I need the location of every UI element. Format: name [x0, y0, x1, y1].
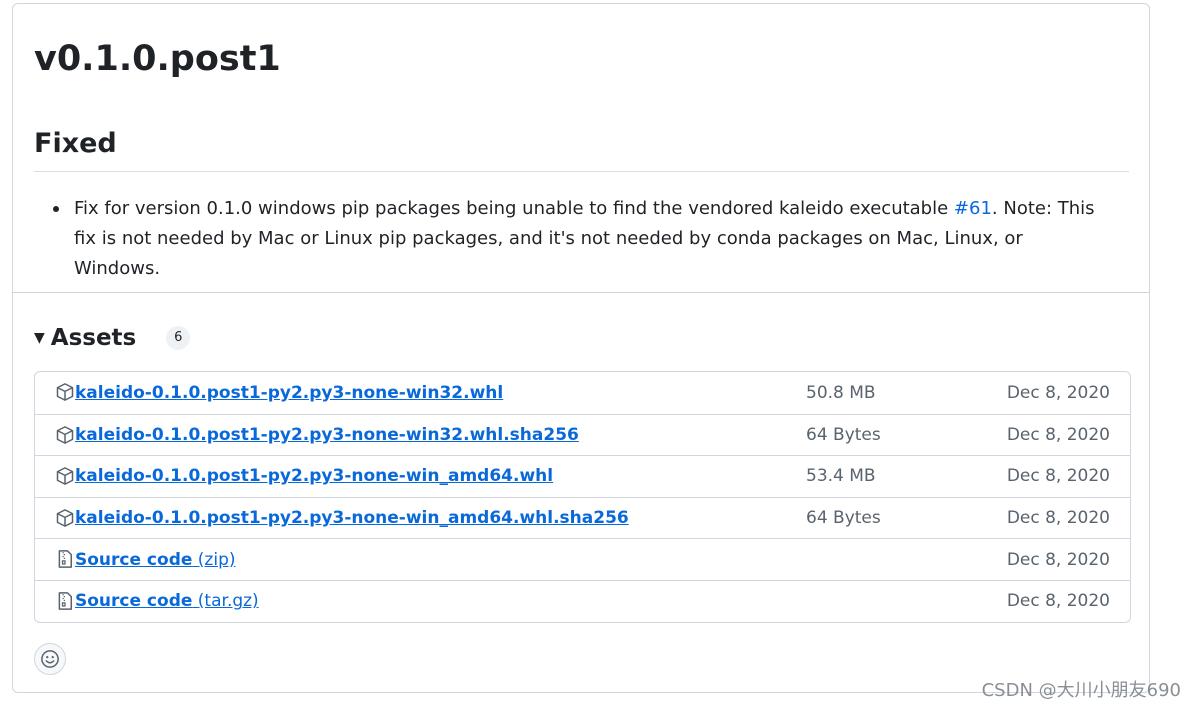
- file-zip-icon: [55, 549, 75, 569]
- smiley-icon: [41, 650, 59, 668]
- section-heading-fixed: Fixed: [34, 128, 117, 159]
- asset-extension: (zip): [192, 549, 236, 570]
- package-icon: [55, 382, 75, 402]
- asset-date: Dec 8, 2020: [1006, 591, 1110, 612]
- asset-download-link[interactable]: kaleido-0.1.0.post1-py2.py3-none-win_amd…: [75, 508, 629, 528]
- asset-date: Dec 8, 2020: [1006, 382, 1110, 403]
- package-icon: [55, 425, 75, 445]
- asset-download-link[interactable]: kaleido-0.1.0.post1-py2.py3-none-win_amd…: [75, 466, 553, 486]
- asset-date: Dec 8, 2020: [1006, 549, 1110, 570]
- asset-name: Source code: [75, 591, 193, 612]
- asset-row: kaleido-0.1.0.post1-py2.py3-none-win_amd…: [35, 496, 1130, 539]
- asset-row: Source code (tar.gz) Dec 8, 2020: [35, 579, 1130, 622]
- add-reaction-button[interactable]: [34, 643, 66, 675]
- asset-name: kaleido-0.1.0.post1-py2.py3-none-win32.w…: [75, 382, 504, 403]
- asset-date: Dec 8, 2020: [1006, 508, 1110, 529]
- issue-link[interactable]: #61: [954, 198, 992, 219]
- asset-row: kaleido-0.1.0.post1-py2.py3-none-win32.w…: [35, 372, 1130, 414]
- assets-toggle[interactable]: ▼ Assets 6: [34, 320, 191, 356]
- asset-row: kaleido-0.1.0.post1-py2.py3-none-win_amd…: [35, 455, 1130, 497]
- assets-title: Assets: [50, 325, 137, 351]
- asset-name: Source code: [75, 549, 193, 570]
- asset-name: kaleido-0.1.0.post1-py2.py3-none-win_amd…: [75, 508, 629, 529]
- asset-name: kaleido-0.1.0.post1-py2.py3-none-win32.w…: [75, 424, 579, 445]
- release-title[interactable]: v0.1.0.post1: [34, 37, 281, 81]
- asset-date: Dec 8, 2020: [1006, 466, 1110, 487]
- note-text-before: Fix for version 0.1.0 windows pip packag…: [74, 198, 954, 219]
- package-icon: [55, 466, 75, 486]
- asset-download-link[interactable]: kaleido-0.1.0.post1-py2.py3-none-win32.w…: [75, 383, 503, 403]
- asset-date: Dec 8, 2020: [1006, 424, 1110, 445]
- release-card: v0.1.0.post1 Fixed Fix for version 0.1.0…: [12, 3, 1150, 693]
- asset-row: Source code (zip) Dec 8, 2020: [35, 538, 1130, 580]
- release-notes-list: Fix for version 0.1.0 windows pip packag…: [34, 194, 1114, 284]
- asset-download-link[interactable]: kaleido-0.1.0.post1-py2.py3-none-win32.w…: [75, 425, 579, 445]
- heading-divider: [34, 171, 1129, 172]
- package-icon: [55, 508, 75, 528]
- section-divider: [13, 292, 1149, 293]
- file-zip-icon: [55, 591, 75, 611]
- asset-size: 53.4 MB: [806, 466, 876, 487]
- asset-row: kaleido-0.1.0.post1-py2.py3-none-win32.w…: [35, 413, 1130, 456]
- asset-download-link[interactable]: Source code (zip): [75, 550, 236, 570]
- asset-size: 50.8 MB: [806, 382, 876, 403]
- asset-download-link[interactable]: Source code (tar.gz): [75, 591, 259, 611]
- release-body: v0.1.0.post1 Fixed Fix for version 0.1.0…: [13, 4, 1149, 292]
- asset-extension: (tar.gz): [192, 591, 259, 612]
- asset-size: 64 Bytes: [806, 508, 881, 529]
- assets-count-badge: 6: [166, 326, 191, 350]
- release-note-item: Fix for version 0.1.0 windows pip packag…: [53, 194, 1114, 284]
- triangle-down-icon: ▼: [34, 330, 45, 346]
- assets-list: kaleido-0.1.0.post1-py2.py3-none-win32.w…: [34, 371, 1131, 623]
- asset-name: kaleido-0.1.0.post1-py2.py3-none-win_amd…: [75, 466, 554, 487]
- watermark: CSDN @大川小朋友690: [981, 680, 1181, 701]
- asset-size: 64 Bytes: [806, 424, 881, 445]
